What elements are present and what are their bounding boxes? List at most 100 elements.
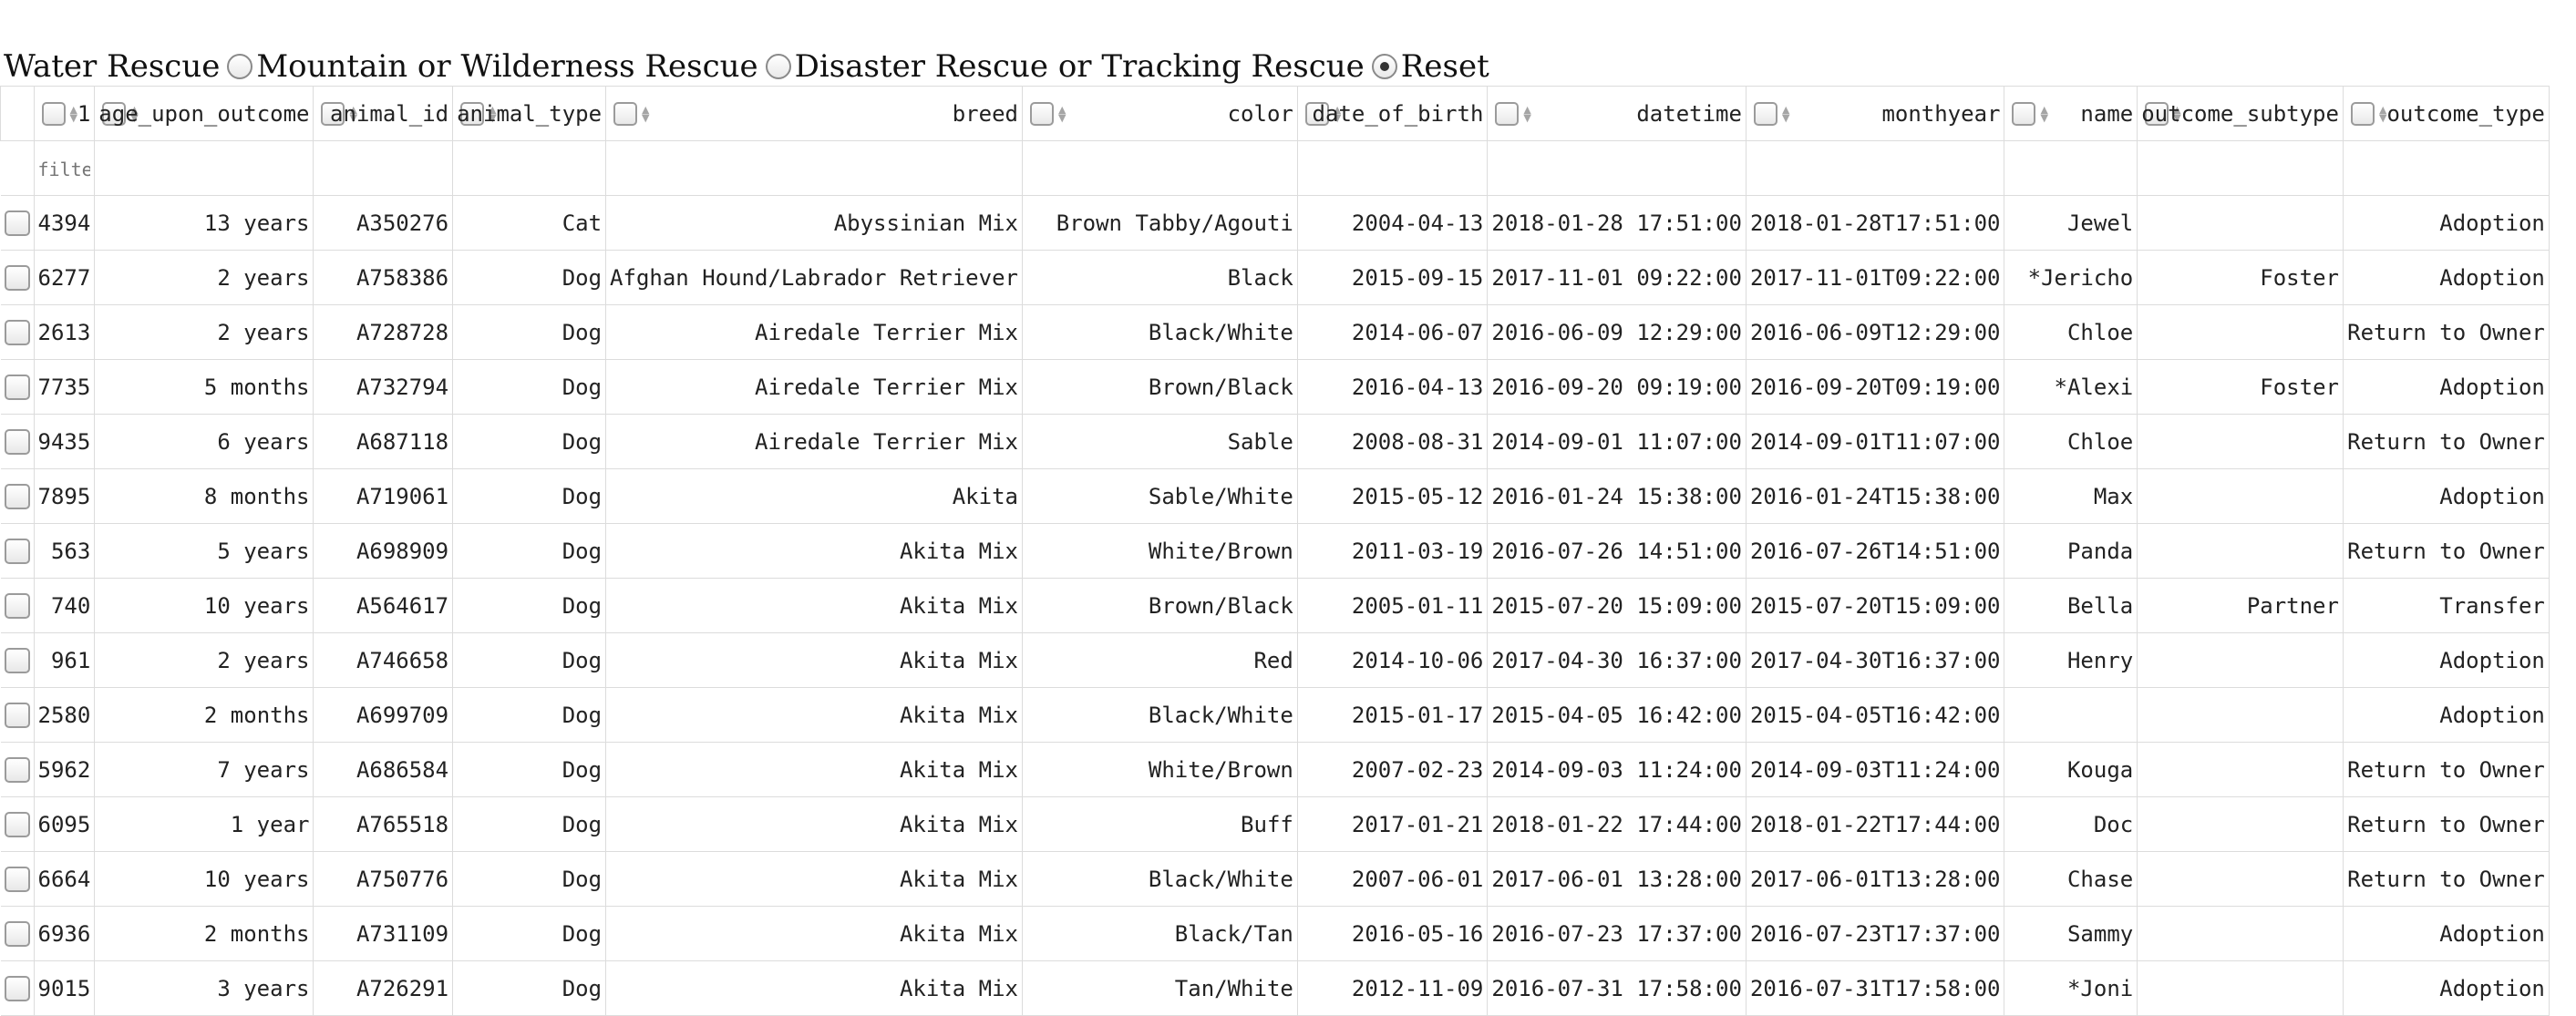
column-header-outcome-type[interactable]: ▲▼outcome_type [2343,87,2549,141]
filter-cell[interactable] [1297,141,1488,196]
column-select-checkbox[interactable] [1030,102,1054,126]
table-cell: Akita Mix [606,961,1023,1016]
table-row[interactable]: 59627 yearsA686584DogAkita MixWhite/Brow… [1,743,2576,797]
table-row[interactable]: 74010 yearsA564617DogAkita MixBrown/Blac… [1,579,2576,633]
table-cell [2138,743,2344,797]
sort-icon[interactable]: ▲▼ [1058,106,1066,122]
column-select-checkbox[interactable] [2012,102,2035,126]
column-header-datetime[interactable]: ▲▼datetime [1488,87,1747,141]
filter-cell[interactable] [1746,141,2004,196]
row-select-checkbox[interactable] [5,757,30,783]
table-row[interactable]: 9612 yearsA746658DogAkita MixRed2014-10-… [1,633,2576,688]
table-cell [2138,961,2344,1016]
column-select-checkbox[interactable] [1495,102,1519,126]
row-select-checkbox[interactable] [5,593,30,619]
row-select-checkbox[interactable] [5,703,30,728]
radio-option[interactable]: Disaster Rescue or Tracking Rescue [758,48,1365,85]
sort-icon[interactable]: ▲▼ [642,106,649,122]
filter-cell[interactable] [2004,141,2138,196]
row-index-cell: 961 [34,633,95,688]
table-row[interactable]: 69362 monthsA731109DogAkita MixBlack/Tan… [1,907,2576,961]
table-cell: Black/White [1022,852,1297,907]
table-cell: Dog [453,633,606,688]
row-select-checkbox[interactable] [5,867,30,892]
table-cell [2138,524,2344,579]
row-select-checkbox[interactable] [5,539,30,564]
filter-cell[interactable] [1488,141,1747,196]
table-row[interactable]: 77355 monthsA732794DogAiredale Terrier M… [1,360,2576,415]
row-select-checkbox[interactable] [5,648,30,673]
radio-label: Mountain or Wilderness Rescue [256,48,757,85]
radio-button[interactable] [1372,54,1397,79]
sort-icon[interactable]: ▲▼ [70,106,77,122]
column-select-checkbox[interactable] [1754,102,1777,126]
radio-button[interactable] [227,54,252,79]
filter-cell[interactable] [453,141,606,196]
filter-cell[interactable] [2343,141,2549,196]
column-header-outcome-subtype[interactable]: ▲▼outcome_subtype [2138,87,2344,141]
table-cell: 2016-07-26 14:51:00 [1488,524,1747,579]
column-select-checkbox[interactable] [613,102,637,126]
row-select-checkbox[interactable] [5,812,30,837]
table-row[interactable]: 78958 monthsA719061DogAkitaSable/White20… [1,469,2576,524]
sort-icon[interactable]: ▲▼ [2379,106,2386,122]
row-select-checkbox[interactable] [5,921,30,947]
column-header-label: outcome_subtype [2141,101,2339,127]
table-row[interactable]: 94356 yearsA687118DogAiredale Terrier Mi… [1,415,2576,469]
table-row[interactable]: 439413 yearsA350276CatAbyssinian MixBrow… [1,196,2576,251]
table-row[interactable]: 26132 yearsA728728DogAiredale Terrier Mi… [1,305,2576,360]
column-header-age-upon-outcome[interactable]: ▲▼age_upon_outcome [95,87,314,141]
column-header-index[interactable]: ▲▼1 [34,87,95,141]
row-select-checkbox[interactable] [5,320,30,345]
table-row[interactable]: 666410 yearsA750776DogAkita MixBlack/Whi… [1,852,2576,907]
row-select-checkbox[interactable] [5,265,30,291]
table-cell: Buff [1022,797,1297,852]
sort-icon[interactable]: ▲▼ [1782,106,1789,122]
filter-cell[interactable] [2138,141,2344,196]
column-header-animal-id[interactable]: ▲▼animal_id [314,87,453,141]
column-tools: ▲▼ [1754,102,1789,126]
column-header-breed[interactable]: ▲▼breed [606,87,1023,141]
table-cell: 2017-11-01 09:22:00 [1488,251,1747,305]
table-cell: A765518 [314,797,453,852]
table-cell: A687118 [314,415,453,469]
row-select-cell [1,305,35,360]
column-header-date-of-birth[interactable]: ▲▼date_of_birth [1297,87,1488,141]
table-cell: Max [2004,469,2138,524]
table-row[interactable]: 5635 yearsA698909DogAkita MixWhite/Brown… [1,524,2576,579]
radio-option[interactable]: Mountain or Wilderness Rescue [220,48,757,85]
column-header-color[interactable]: ▲▼color [1022,87,1297,141]
table-cell: 2 years [95,251,314,305]
table-row[interactable]: 60951 yearA765518DogAkita MixBuff2017-01… [1,797,2576,852]
column-header-label: date_of_birth [1313,101,1484,127]
table-cell: A758386 [314,251,453,305]
row-select-checkbox[interactable] [5,484,30,509]
row-select-header [1,87,35,141]
column-header-animal-type[interactable]: ▲▼animal_type [453,87,606,141]
table-cell: 5 years [95,524,314,579]
filter-input[interactable] [38,159,91,180]
sort-icon[interactable]: ▲▼ [1523,106,1530,122]
column-header-monthyear[interactable]: ▲▼monthyear [1746,87,2004,141]
filter-cell[interactable] [1022,141,1297,196]
row-select-checkbox[interactable] [5,976,30,1001]
filter-cell[interactable] [314,141,453,196]
filter-cell[interactable] [606,141,1023,196]
row-select-checkbox[interactable] [5,375,30,400]
radio-option[interactable]: Water Rescue [4,48,220,85]
table-cell: 2 months [95,688,314,743]
table-cell: Chase [2004,852,2138,907]
radio-option[interactable]: Reset [1365,48,1489,85]
filter-cell[interactable] [95,141,314,196]
row-select-checkbox[interactable] [5,429,30,455]
column-select-checkbox[interactable] [42,102,66,126]
column-header-name[interactable]: ▲▼name [2004,87,2138,141]
column-select-checkbox[interactable] [2351,102,2375,126]
table-row[interactable]: 90153 yearsA726291DogAkita MixTan/White2… [1,961,2576,1016]
radio-button[interactable] [766,54,791,79]
table-row[interactable]: 62772 yearsA758386DogAfghan Hound/Labrad… [1,251,2576,305]
table-cell: Airedale Terrier Mix [606,305,1023,360]
table-row[interactable]: 25802 monthsA699709DogAkita MixBlack/Whi… [1,688,2576,743]
row-select-checkbox[interactable] [5,210,30,236]
sort-icon[interactable]: ▲▼ [2040,106,2047,122]
